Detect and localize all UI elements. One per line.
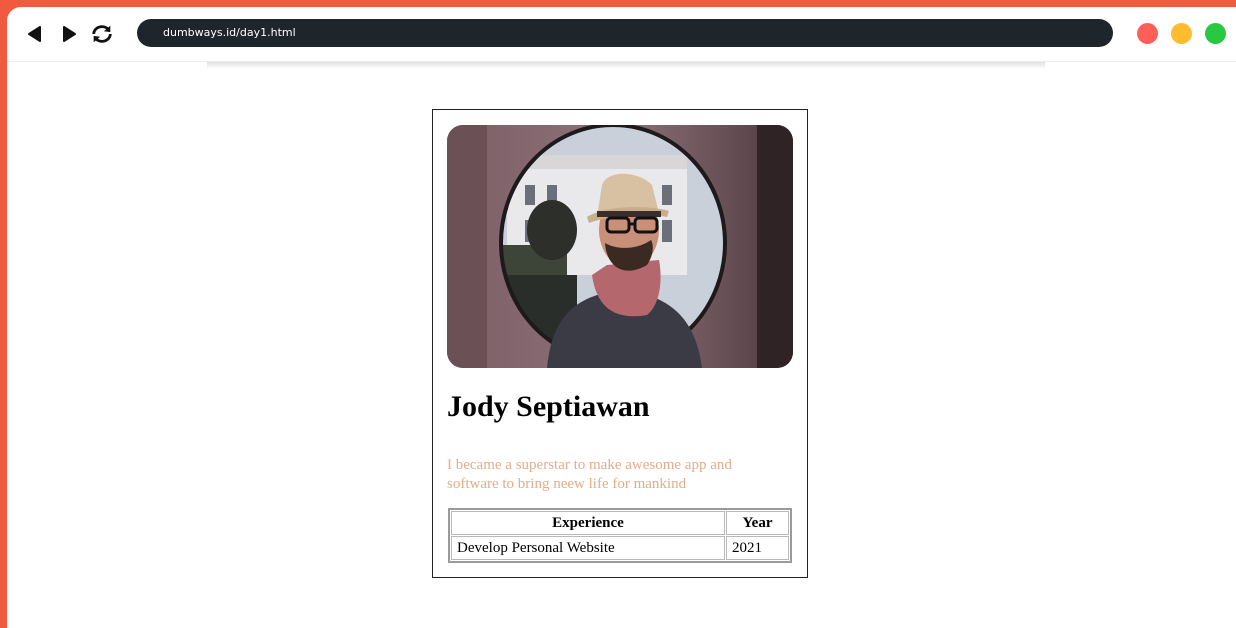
- browser-toolbar: dumbways.id/day1.html: [7, 7, 1236, 62]
- maximize-window-button[interactable]: [1205, 23, 1226, 44]
- close-window-button[interactable]: [1137, 23, 1158, 44]
- url-text: dumbways.id/day1.html: [163, 26, 296, 39]
- back-arrow-icon[interactable]: [23, 22, 47, 46]
- experience-header: Experience: [451, 511, 725, 535]
- year-cell: 2021: [726, 536, 789, 560]
- browser-window: dumbways.id/day1.html Jody Septiawan I b…: [7, 7, 1236, 628]
- reload-icon[interactable]: [90, 22, 114, 46]
- minimize-window-button[interactable]: [1171, 23, 1192, 44]
- experience-table: Experience Year Develop Personal Website…: [448, 508, 792, 563]
- profile-name: Jody Septiawan: [447, 390, 650, 423]
- address-bar[interactable]: dumbways.id/day1.html: [137, 19, 1113, 47]
- toolbar-shadow: [207, 62, 1045, 69]
- forward-arrow-icon[interactable]: [57, 22, 81, 46]
- table-header-row: Experience Year: [451, 511, 789, 535]
- profile-photo: [447, 125, 793, 368]
- profile-card: Jody Septiawan I became a superstar to m…: [432, 109, 808, 578]
- experience-cell: Develop Personal Website: [451, 536, 725, 560]
- profile-bio: I became a superstar to make awesome app…: [447, 457, 732, 492]
- year-header: Year: [726, 511, 789, 535]
- table-row: Develop Personal Website 2021: [451, 536, 789, 560]
